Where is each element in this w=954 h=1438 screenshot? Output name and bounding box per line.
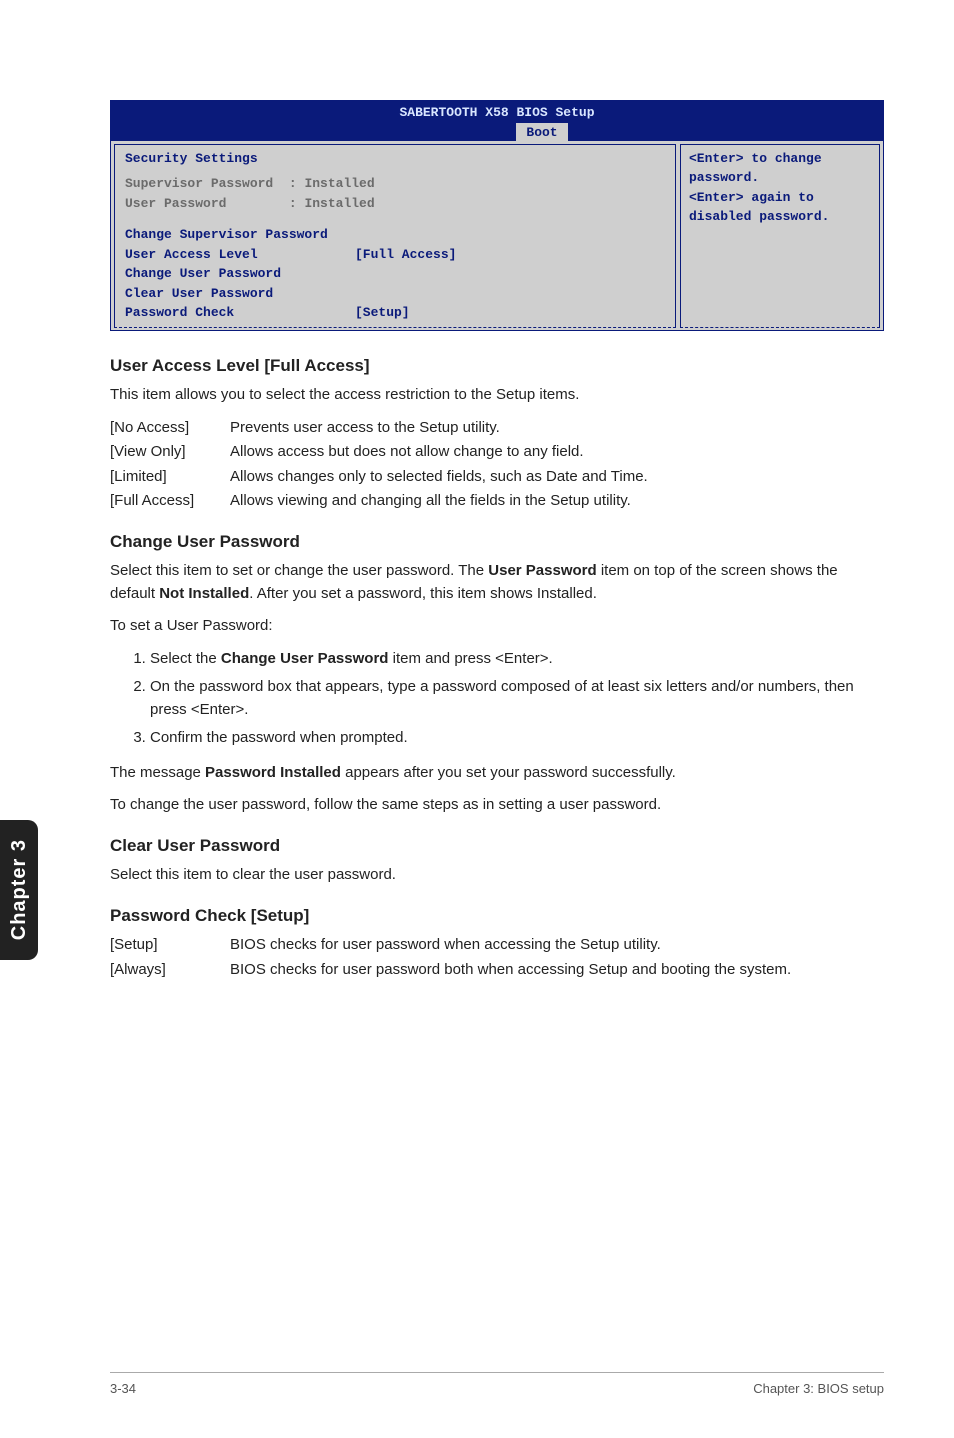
- bios-label: Change Supervisor Password: [125, 225, 355, 245]
- ordered-list: Select the Change User Password item and…: [150, 648, 884, 750]
- paragraph: To change the user password, follow the …: [110, 794, 884, 817]
- list-item: On the password box that appears, type a…: [150, 676, 884, 721]
- option-row: [View Only] Allows access but does not a…: [110, 441, 884, 464]
- chapter-side-label: Chapter 3: [4, 839, 34, 940]
- bios-label: Password Check: [125, 303, 355, 323]
- option-row: [Full Access] Allows viewing and changin…: [110, 490, 884, 513]
- bios-left-pane: Security Settings Supervisor Password : …: [114, 144, 676, 328]
- bios-row: Supervisor Password : Installed: [125, 174, 665, 194]
- section-description: This item allows you to select the acces…: [110, 384, 884, 407]
- bios-value: [Setup]: [355, 303, 410, 323]
- list-item: Confirm the password when prompted.: [150, 727, 884, 750]
- bios-help-line: disabled password.: [689, 207, 871, 227]
- option-key: [Full Access]: [110, 490, 230, 513]
- bios-row: User Access Level [Full Access]: [125, 245, 665, 265]
- option-row: [Limited] Allows changes only to selecte…: [110, 466, 884, 489]
- bios-label: User Password : Installed: [125, 194, 355, 214]
- option-list: [No Access] Prevents user access to the …: [110, 417, 884, 513]
- option-desc: BIOS checks for user password both when …: [230, 959, 884, 982]
- option-key: [Limited]: [110, 466, 230, 489]
- section-heading: Clear User Password: [110, 833, 884, 859]
- bios-help-line: password.: [689, 168, 871, 188]
- chapter-side-tab: Chapter 3: [0, 820, 38, 960]
- footer-chapter: Chapter 3: BIOS setup: [753, 1379, 884, 1399]
- bios-row: Clear User Password: [125, 284, 665, 304]
- section-heading: Password Check [Setup]: [110, 903, 884, 929]
- bios-label: Change User Password: [125, 264, 355, 284]
- option-key: [No Access]: [110, 417, 230, 440]
- option-row: [Always] BIOS checks for user password b…: [110, 959, 884, 982]
- option-key: [Always]: [110, 959, 230, 982]
- bios-section-heading: Security Settings: [125, 149, 665, 169]
- option-desc: Allows viewing and changing all the fiel…: [230, 490, 884, 513]
- option-desc: Prevents user access to the Setup utilit…: [230, 417, 884, 440]
- section-heading: Change User Password: [110, 529, 884, 555]
- page-content: SABERTOOTH X58 BIOS Setup Boot Security …: [0, 0, 954, 1031]
- bios-panel: SABERTOOTH X58 BIOS Setup Boot Security …: [110, 100, 884, 331]
- bios-row: User Password : Installed: [125, 194, 665, 214]
- option-desc: Allows access but does not allow change …: [230, 441, 884, 464]
- bios-label: User Access Level: [125, 245, 355, 265]
- bios-row: Password Check [Setup]: [125, 303, 665, 323]
- bios-label: Supervisor Password : Installed: [125, 174, 355, 194]
- bios-help-line: <Enter> to change: [689, 149, 871, 169]
- bios-title: SABERTOOTH X58 BIOS Setup: [115, 103, 879, 123]
- option-desc: BIOS checks for user password when acces…: [230, 934, 884, 957]
- option-list: [Setup] BIOS checks for user password wh…: [110, 934, 884, 981]
- list-item: Select the Change User Password item and…: [150, 648, 884, 671]
- option-row: [Setup] BIOS checks for user password wh…: [110, 934, 884, 957]
- paragraph: Select this item to clear the user passw…: [110, 864, 884, 887]
- option-key: [Setup]: [110, 934, 230, 957]
- bios-help-line: <Enter> again to: [689, 188, 871, 208]
- page-footer: 3-34 Chapter 3: BIOS setup: [110, 1372, 884, 1399]
- bios-row: Change User Password: [125, 264, 665, 284]
- paragraph: The message Password Installed appears a…: [110, 762, 884, 785]
- option-key: [View Only]: [110, 441, 230, 464]
- paragraph: To set a User Password:: [110, 615, 884, 638]
- option-desc: Allows changes only to selected fields, …: [230, 466, 884, 489]
- bios-value: [Full Access]: [355, 245, 456, 265]
- bios-row: Change Supervisor Password: [125, 225, 665, 245]
- bios-help-pane: <Enter> to change password. <Enter> agai…: [680, 144, 880, 328]
- paragraph: Select this item to set or change the us…: [110, 560, 884, 605]
- bios-active-tab: Boot: [516, 123, 567, 143]
- section-heading: User Access Level [Full Access]: [110, 353, 884, 379]
- bios-tab-bar: Boot: [111, 123, 883, 141]
- page-number: 3-34: [110, 1379, 136, 1399]
- bios-title-bar: SABERTOOTH X58 BIOS Setup: [111, 101, 883, 123]
- option-row: [No Access] Prevents user access to the …: [110, 417, 884, 440]
- bios-body: Security Settings Supervisor Password : …: [111, 141, 883, 330]
- bios-label: Clear User Password: [125, 284, 355, 304]
